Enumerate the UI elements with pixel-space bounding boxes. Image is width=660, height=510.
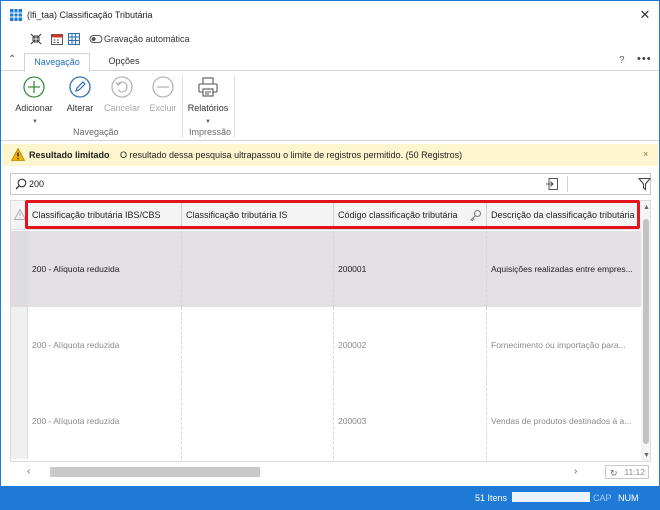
autosave-label[interactable]: Gravação automática [104,34,190,44]
warning-message: O resultado dessa pesquisa ultrapassou o… [120,150,463,160]
column-header-ibs-cbs[interactable]: Classificação tributária IBS/CBS [28,201,182,230]
table-row[interactable]: 200 - Alíquota reduzida 200003 Vendas de… [11,383,641,459]
scroll-up-icon[interactable]: ▲ [643,204,650,211]
column-header-codigo[interactable]: Código classificação tributária [334,201,487,230]
cell-codigo: 200003 [334,383,487,459]
table-row[interactable]: 200 - Alíquota reduzida 200002 Fornecime… [11,307,641,383]
horizontal-scroll-thumb[interactable] [50,467,260,477]
caps-lock-indicator: CAP [593,493,612,503]
autosave-toggle-icon[interactable] [89,32,103,46]
add-dropdown-icon[interactable]: ▼ [32,119,38,125]
cancel-button[interactable]: Cancelar [100,75,144,123]
tab-opcoes[interactable]: Opções [98,53,150,72]
edit-button-label: Alterar [66,103,94,113]
delete-button-label: Excluir [149,103,177,113]
search-divider [567,176,568,192]
cell-codigo: 200001 [334,231,487,307]
row-selector[interactable] [11,307,28,383]
cell-is [182,307,334,383]
cell-is [182,383,334,459]
cell-descricao: Vendas de produtos destinados à a... [491,416,632,426]
cell-codigo: 200002 [334,307,487,383]
vertical-scroll-thumb[interactable] [643,219,649,444]
calendar-icon[interactable] [50,32,64,46]
horizontal-scrollbar[interactable]: ‹ › ↻ 11:12 [10,464,651,480]
refresh-time: 11:12 [624,467,645,477]
header-warning-icon [14,209,26,220]
ribbon-group-divider [234,76,235,138]
key-icon [470,210,481,222]
enter-search-icon[interactable] [545,177,559,191]
ribbon-collapse-icon[interactable]: ⌃ [8,54,16,65]
warning-close-button[interactable]: × [643,149,648,159]
help-button[interactable]: ? [619,55,625,66]
more-options-button[interactable]: ••• [637,53,652,65]
close-button[interactable]: ✕ [635,5,655,25]
undo-icon [111,76,133,98]
items-count: 51 Itens [475,493,508,503]
edit-button[interactable]: Alterar [58,75,102,123]
title-bar: (lfi_taa) Classificação Tributária ✕ [1,1,659,29]
ribbon: Adicionar ▼ Alterar Cancelar Excluir Rel… [1,72,659,141]
table-grid-icon[interactable] [67,32,81,46]
reports-button[interactable]: Relatórios [186,75,230,123]
cell-descricao: Aquisições realizadas entre empres... [491,264,633,274]
column-header-is[interactable]: Classificação tributária IS [182,201,334,230]
cell-ibs-cbs: 200 - Alíquota reduzida [28,307,182,383]
search-box [10,173,651,195]
scroll-right-icon[interactable]: › [574,466,577,477]
scroll-left-icon[interactable]: ‹ [27,466,30,477]
ribbon-group-impressao: Impressão [189,127,232,137]
pencil-icon [69,76,91,98]
results-grid: Classificação tributária IBS/CBS Classif… [10,200,651,462]
cancel-button-label: Cancelar [103,103,141,113]
ribbon-tabs: ⌃ Navegação Opções ? ••• [1,51,659,72]
add-button[interactable]: Adicionar [12,75,56,123]
table-row[interactable]: 200 - Alíquota reduzida 200001 Aquisiçõe… [11,231,641,307]
printer-icon [198,77,218,97]
row-selector[interactable] [11,383,28,459]
add-button-label: Adicionar [15,103,53,113]
tab-navegacao[interactable]: Navegação [24,53,90,72]
cell-descricao: Fornecimento ou importação para... [491,340,626,350]
plus-circle-icon [23,76,45,98]
ribbon-group-navegacao: Navegação [73,127,119,137]
cell-is [182,231,334,307]
vertical-scrollbar[interactable]: ▲ ▼ [641,201,650,461]
reports-button-label: Relatórios [187,103,229,113]
row-selector[interactable] [11,231,28,307]
grid-header: Classificação tributária IBS/CBS Classif… [11,201,641,230]
column-header-descricao[interactable]: Descrição da classificação tributária [487,201,641,230]
reports-dropdown-icon[interactable]: ▼ [205,119,211,125]
app-grid-icon [10,9,22,21]
delete-button[interactable]: Excluir [141,75,185,123]
warning-icon [11,148,25,161]
refresh-icon: ↻ [610,468,618,478]
filter-icon[interactable] [638,177,651,191]
ribbon-group-divider [182,76,183,138]
quick-access-toolbar: Gravação automática [1,31,659,49]
window-title: (lfi_taa) Classificação Tributária [27,10,153,20]
refresh-button[interactable]: ↻ 11:12 [605,465,649,479]
minus-circle-icon [152,76,174,98]
warning-banner: Resultado limitado O resultado dessa pes… [2,144,658,166]
cell-ibs-cbs: 200 - Alíquota reduzida [28,383,182,459]
collapse-arrows-icon[interactable] [29,32,43,46]
app-window: (lfi_taa) Classificação Tributária ✕ Gra… [0,0,660,510]
scroll-down-icon[interactable]: ▼ [643,452,650,459]
search-icon [15,178,27,190]
status-progress-box [512,492,590,502]
cell-ibs-cbs: 200 - Alíquota reduzida [28,231,182,307]
num-lock-indicator: NUM [618,493,639,503]
status-bar: 51 Itens CAP NUM [1,486,659,509]
warning-title: Resultado limitado [29,150,110,160]
search-input[interactable] [29,177,529,191]
